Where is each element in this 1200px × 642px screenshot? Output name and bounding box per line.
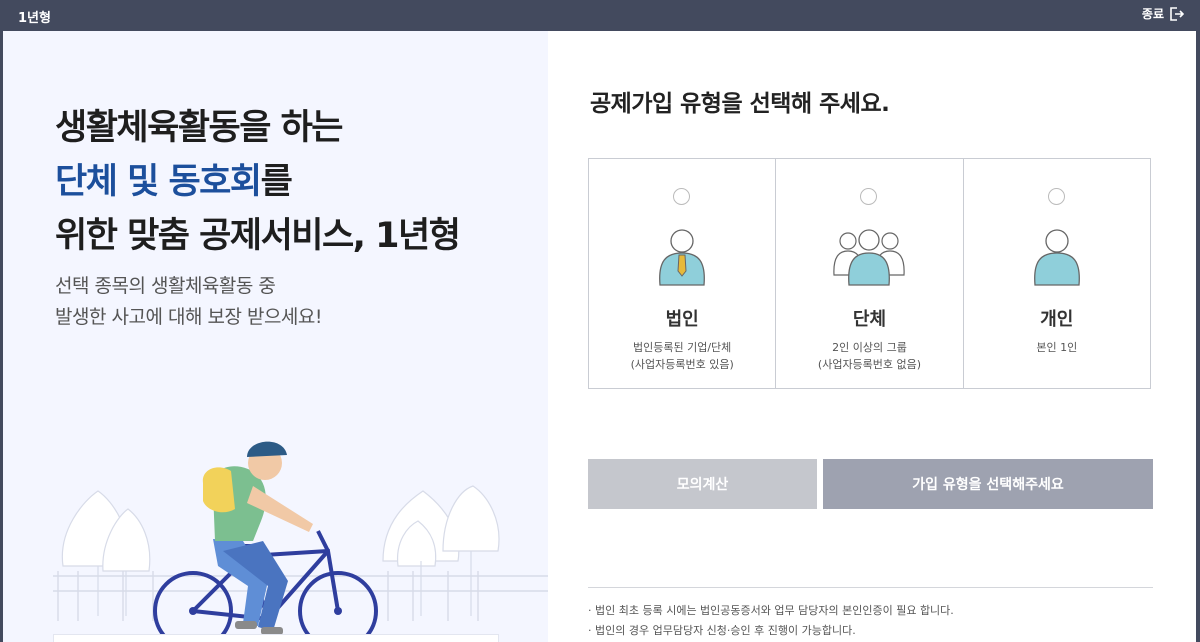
card-label-individual: 개인 bbox=[1040, 309, 1074, 330]
headline-line-2: 단체 및 동호회를 bbox=[55, 155, 459, 209]
businessperson-icon bbox=[659, 229, 706, 286]
note-item: · 법인 최초 등록 시에는 법인공동증서와 업무 담당자의 본인인증이 필요 … bbox=[588, 604, 954, 617]
promo-subline: 선택 종목의 생활체육활동 중 발생한 사고에 대해 보장 받으세요! bbox=[55, 271, 323, 333]
panel-title: 공제가입 유형을 선택해 주세요. bbox=[590, 91, 890, 117]
headline-accent: 단체 및 동호회 bbox=[55, 162, 262, 202]
notes-list: · 법인 최초 등록 시에는 법인공동증서와 업무 담당자의 본인인증이 필요 … bbox=[588, 601, 954, 641]
card-desc-group: 2인 이상의 그룹 (사업자등록번호 없음) bbox=[776, 339, 962, 373]
headline-line-2-rest: 를 bbox=[260, 162, 293, 202]
window-title: 1년형 bbox=[18, 11, 51, 26]
frame-border-right bbox=[1196, 31, 1200, 642]
type-card-group[interactable]: 단체 2인 이상의 그룹 (사업자등록번호 없음) bbox=[775, 159, 962, 388]
select-type-button[interactable]: 가입 유형을 선택해주세요 bbox=[823, 459, 1153, 509]
membership-type-cards: 법인 법인등록된 기업/단체 (사업자등록번호 있음) 단체 2인 이상의 그룹… bbox=[588, 158, 1151, 389]
title-bar: 1년형 종료 bbox=[0, 0, 1200, 31]
cyclist-illustration bbox=[53, 441, 548, 642]
note-item: · 법인의 경우 업무담당자 신청·승인 후 진행이 가능합니다. bbox=[588, 624, 856, 637]
card-desc-corporate-2: (사업자등록번호 있음) bbox=[630, 358, 734, 371]
promo-panel: 생활체육활동을 하는 단체 및 동호회를 위한 맞춤 공제서비스, 1년형 선택… bbox=[3, 31, 548, 642]
headline-line-3: 위한 맞춤 공제서비스, 1년형 bbox=[55, 216, 461, 256]
radio-individual[interactable] bbox=[1047, 188, 1065, 205]
card-label-group: 단체 bbox=[852, 309, 887, 330]
card-desc-group-2: (사업자등록번호 없음) bbox=[817, 358, 922, 371]
headline-line-1: 생활체육활동을 하는 bbox=[55, 108, 344, 148]
card-desc-individual: 본인 1인 bbox=[964, 339, 1150, 356]
card-desc-corporate: 법인등록된 기업/단체 (사업자등록번호 있음) bbox=[589, 339, 775, 373]
person-icon bbox=[1033, 229, 1080, 286]
bottom-info-box bbox=[53, 634, 499, 642]
selection-panel: 공제가입 유형을 선택해 주세요. 법인 법인등록된 기업/단체 (사업자등록번… bbox=[548, 31, 1196, 642]
notes-divider bbox=[588, 587, 1153, 588]
card-desc-individual-1: 본인 1인 bbox=[1036, 341, 1078, 354]
promo-headline: 생활체육활동을 하는 단체 및 동호회를 위한 맞춤 공제서비스, 1년형 bbox=[55, 101, 461, 263]
type-card-individual[interactable]: 개인 본인 1인 bbox=[962, 159, 1150, 388]
type-card-corporate[interactable]: 법인 법인등록된 기업/단체 (사업자등록번호 있음) bbox=[589, 159, 775, 388]
radio-corporate[interactable] bbox=[673, 188, 691, 205]
subline-2: 발생한 사고에 대해 보장 받으세요! bbox=[55, 306, 323, 328]
exit-icon bbox=[1170, 6, 1184, 21]
card-label-corporate: 법인 bbox=[665, 309, 699, 330]
mock-calculation-button[interactable]: 모의계산 bbox=[588, 459, 817, 509]
group-icon bbox=[833, 229, 906, 286]
subline-1: 선택 종목의 생활체육활동 중 bbox=[55, 275, 276, 297]
exit-button[interactable]: 종료 bbox=[1142, 5, 1184, 22]
exit-label: 종료 bbox=[1141, 7, 1164, 21]
radio-group[interactable] bbox=[860, 188, 878, 205]
card-desc-corporate-1: 법인등록된 기업/단체 bbox=[633, 341, 732, 354]
card-desc-group-1: 2인 이상의 그룹 bbox=[832, 341, 907, 354]
